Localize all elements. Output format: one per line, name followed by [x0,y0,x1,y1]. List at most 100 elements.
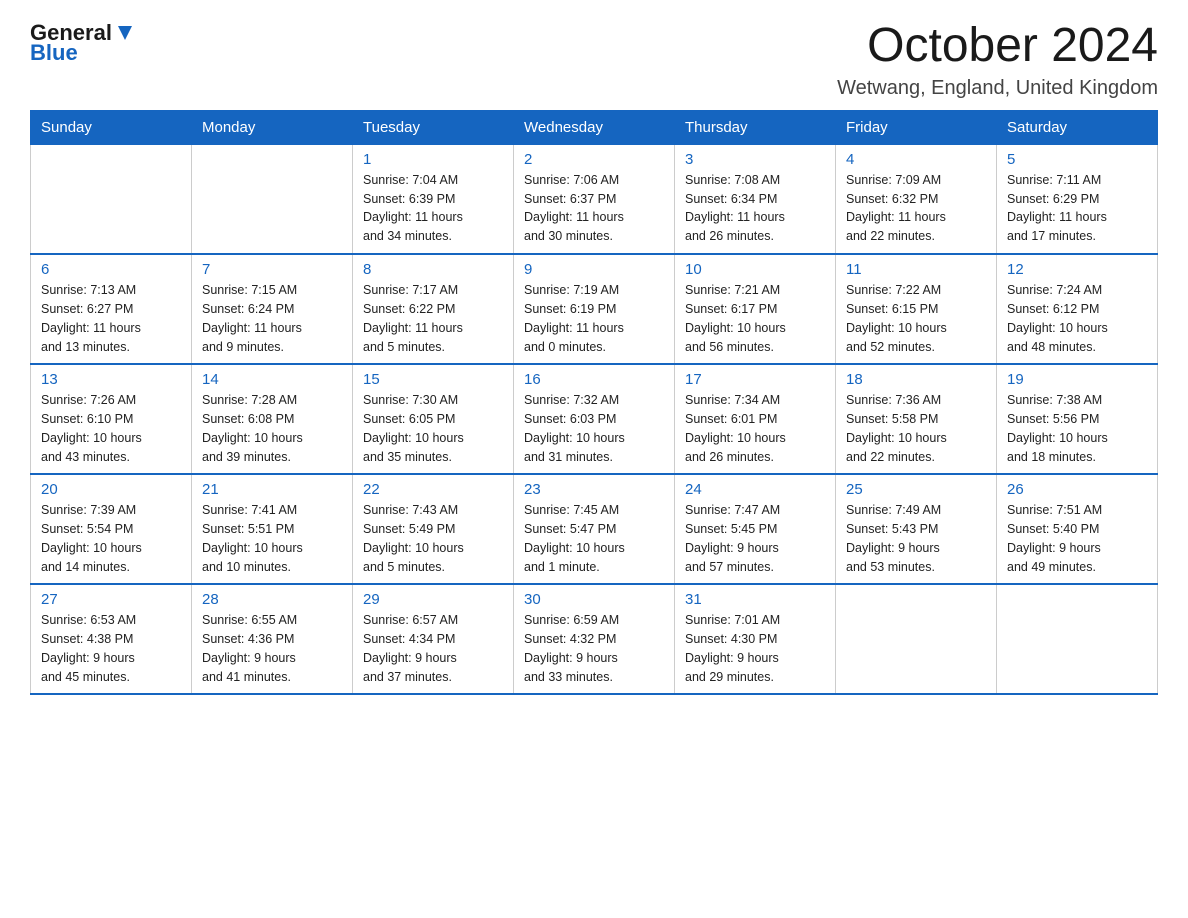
day-number: 13 [41,371,181,388]
day-info: Sunrise: 7:38 AM Sunset: 5:56 PM Dayligh… [1007,391,1147,466]
calendar-cell: 13 Sunrise: 7:26 AM Sunset: 6:10 PM Dayli… [31,364,192,474]
calendar-cell: 10Sunrise: 7:21 AM Sunset: 6:17 PM Dayli… [675,254,836,364]
day-number: 5 [1007,151,1147,168]
day-info: Sunrise: 7:30 AM Sunset: 6:05 PM Dayligh… [363,391,503,466]
day-number: 3 [685,151,825,168]
day-number: 27 [41,591,181,608]
day-info: Sunrise: 7:43 AM Sunset: 5:49 PM Dayligh… [363,501,503,576]
header-sunday: Sunday [31,110,192,144]
calendar-cell: 28 Sunrise: 6:55 AM Sunset: 4:36 PM Dayli… [192,584,353,694]
calendar-cell: 29 Sunrise: 6:57 AM Sunset: 4:34 PM Dayli… [353,584,514,694]
calendar-cell: 18 Sunrise: 7:36 AM Sunset: 5:58 PM Dayli… [836,364,997,474]
day-info: Sunrise: 7:45 AM Sunset: 5:47 PM Dayligh… [524,501,664,576]
header-monday: Monday [192,110,353,144]
calendar-cell: 26Sunrise: 7:51 AM Sunset: 5:40 PM Dayli… [997,474,1158,584]
logo: General Blue [30,20,136,66]
day-number: 21 [202,481,342,498]
calendar-cell: 3 Sunrise: 7:08 AM Sunset: 6:34 PM Daylig… [675,144,836,254]
day-info: Sunrise: 7:17 AM Sunset: 6:22 PM Dayligh… [363,281,503,356]
calendar-cell: 6 Sunrise: 7:13 AM Sunset: 6:27 PM Daylig… [31,254,192,364]
week-row-4: 20 Sunrise: 7:39 AM Sunset: 5:54 PM Dayli… [31,474,1158,584]
calendar-cell: 31 Sunrise: 7:01 AM Sunset: 4:30 PM Dayli… [675,584,836,694]
day-number: 28 [202,591,342,608]
day-number: 1 [363,151,503,168]
page-header: General Blue October 2024 Wetwang, Engla… [30,20,1158,100]
calendar-cell: 1 Sunrise: 7:04 AM Sunset: 6:39 PM Daylig… [353,144,514,254]
day-number: 29 [363,591,503,608]
day-number: 14 [202,371,342,388]
day-info: Sunrise: 7:47 AM Sunset: 5:45 PM Dayligh… [685,501,825,576]
day-number: 30 [524,591,664,608]
calendar-cell: 17 Sunrise: 7:34 AM Sunset: 6:01 PM Dayli… [675,364,836,474]
day-info: Sunrise: 7:34 AM Sunset: 6:01 PM Dayligh… [685,391,825,466]
location-text: Wetwang, England, United Kingdom [837,77,1158,100]
calendar-cell: 12Sunrise: 7:24 AM Sunset: 6:12 PM Dayli… [997,254,1158,364]
calendar-cell: 15 Sunrise: 7:30 AM Sunset: 6:05 PM Dayli… [353,364,514,474]
header-wednesday: Wednesday [514,110,675,144]
day-info: Sunrise: 7:49 AM Sunset: 5:43 PM Dayligh… [846,501,986,576]
week-row-1: 1 Sunrise: 7:04 AM Sunset: 6:39 PM Daylig… [31,144,1158,254]
calendar-header: SundayMondayTuesdayWednesdayThursdayFrid… [31,110,1158,144]
calendar-cell: 27 Sunrise: 6:53 AM Sunset: 4:38 PM Dayli… [31,584,192,694]
day-info: Sunrise: 7:15 AM Sunset: 6:24 PM Dayligh… [202,281,342,356]
header-tuesday: Tuesday [353,110,514,144]
day-info: Sunrise: 7:36 AM Sunset: 5:58 PM Dayligh… [846,391,986,466]
calendar-cell: 19 Sunrise: 7:38 AM Sunset: 5:56 PM Dayli… [997,364,1158,474]
day-info: Sunrise: 7:32 AM Sunset: 6:03 PM Dayligh… [524,391,664,466]
week-row-3: 13 Sunrise: 7:26 AM Sunset: 6:10 PM Dayli… [31,364,1158,474]
day-info: Sunrise: 7:13 AM Sunset: 6:27 PM Dayligh… [41,281,181,356]
day-number: 15 [363,371,503,388]
calendar-cell: 7 Sunrise: 7:15 AM Sunset: 6:24 PM Daylig… [192,254,353,364]
day-info: Sunrise: 7:51 AM Sunset: 5:40 PM Dayligh… [1007,501,1147,576]
calendar-cell: 14 Sunrise: 7:28 AM Sunset: 6:08 PM Dayli… [192,364,353,474]
day-number: 8 [363,261,503,278]
calendar-cell: 25 Sunrise: 7:49 AM Sunset: 5:43 PM Dayli… [836,474,997,584]
calendar-cell [31,144,192,254]
day-number: 7 [202,261,342,278]
header-friday: Friday [836,110,997,144]
calendar-cell [997,584,1158,694]
day-number: 11 [846,261,986,278]
calendar-table: SundayMondayTuesdayWednesdayThursdayFrid… [30,110,1158,696]
calendar-cell: 23Sunrise: 7:45 AM Sunset: 5:47 PM Dayli… [514,474,675,584]
day-info: Sunrise: 7:08 AM Sunset: 6:34 PM Dayligh… [685,171,825,246]
day-info: Sunrise: 6:59 AM Sunset: 4:32 PM Dayligh… [524,611,664,686]
day-info: Sunrise: 7:22 AM Sunset: 6:15 PM Dayligh… [846,281,986,356]
day-number: 6 [41,261,181,278]
day-number: 19 [1007,371,1147,388]
day-number: 25 [846,481,986,498]
day-number: 20 [41,481,181,498]
month-title: October 2024 [837,20,1158,73]
calendar-cell: 16 Sunrise: 7:32 AM Sunset: 6:03 PM Dayli… [514,364,675,474]
day-info: Sunrise: 7:11 AM Sunset: 6:29 PM Dayligh… [1007,171,1147,246]
day-info: Sunrise: 7:06 AM Sunset: 6:37 PM Dayligh… [524,171,664,246]
day-info: Sunrise: 6:53 AM Sunset: 4:38 PM Dayligh… [41,611,181,686]
day-info: Sunrise: 6:57 AM Sunset: 4:34 PM Dayligh… [363,611,503,686]
day-info: Sunrise: 7:39 AM Sunset: 5:54 PM Dayligh… [41,501,181,576]
day-number: 16 [524,371,664,388]
day-number: 4 [846,151,986,168]
day-info: Sunrise: 7:28 AM Sunset: 6:08 PM Dayligh… [202,391,342,466]
day-info: Sunrise: 7:24 AM Sunset: 6:12 PM Dayligh… [1007,281,1147,356]
calendar-cell: 5 Sunrise: 7:11 AM Sunset: 6:29 PM Daylig… [997,144,1158,254]
day-number: 22 [363,481,503,498]
title-block: October 2024 Wetwang, England, United Ki… [837,20,1158,100]
header-thursday: Thursday [675,110,836,144]
calendar-cell: 30 Sunrise: 6:59 AM Sunset: 4:32 PM Dayli… [514,584,675,694]
week-row-2: 6 Sunrise: 7:13 AM Sunset: 6:27 PM Daylig… [31,254,1158,364]
logo-blue-text: Blue [30,40,78,66]
day-info: Sunrise: 7:04 AM Sunset: 6:39 PM Dayligh… [363,171,503,246]
calendar-cell: 21 Sunrise: 7:41 AM Sunset: 5:51 PM Dayli… [192,474,353,584]
calendar-cell [836,584,997,694]
day-number: 17 [685,371,825,388]
day-info: Sunrise: 7:01 AM Sunset: 4:30 PM Dayligh… [685,611,825,686]
day-number: 9 [524,261,664,278]
day-info: Sunrise: 6:55 AM Sunset: 4:36 PM Dayligh… [202,611,342,686]
day-number: 18 [846,371,986,388]
calendar-cell: 8 Sunrise: 7:17 AM Sunset: 6:22 PM Daylig… [353,254,514,364]
day-info: Sunrise: 7:41 AM Sunset: 5:51 PM Dayligh… [202,501,342,576]
day-number: 31 [685,591,825,608]
day-info: Sunrise: 7:26 AM Sunset: 6:10 PM Dayligh… [41,391,181,466]
calendar-cell: 9Sunrise: 7:19 AM Sunset: 6:19 PM Daylig… [514,254,675,364]
calendar-cell: 11 Sunrise: 7:22 AM Sunset: 6:15 PM Dayli… [836,254,997,364]
